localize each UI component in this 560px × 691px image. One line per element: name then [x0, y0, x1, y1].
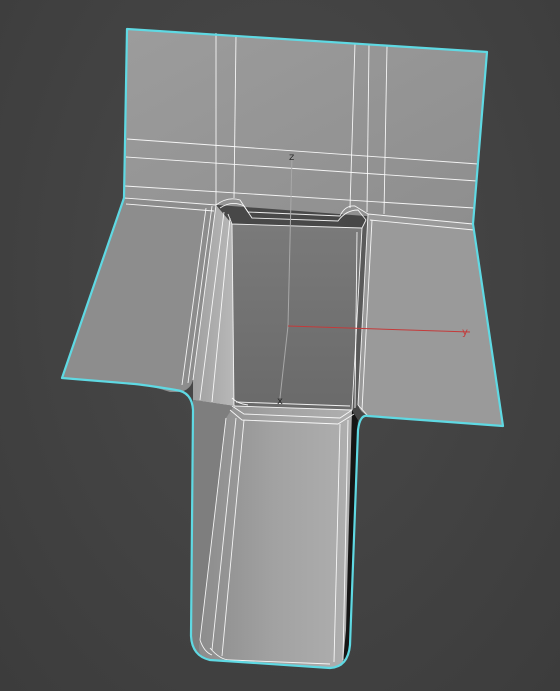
3d-viewport[interactable]: z x y	[0, 0, 560, 691]
gizmo-z-label: z	[289, 152, 294, 163]
stem	[191, 400, 358, 668]
right-wing	[358, 214, 503, 426]
gizmo-x-label: x	[277, 396, 283, 407]
channel-inner	[193, 205, 368, 410]
back-plate	[124, 29, 487, 224]
left-wing	[62, 198, 216, 392]
viewport-canvas[interactable]: z x y	[0, 0, 560, 691]
gizmo-y-label: y	[462, 327, 468, 338]
